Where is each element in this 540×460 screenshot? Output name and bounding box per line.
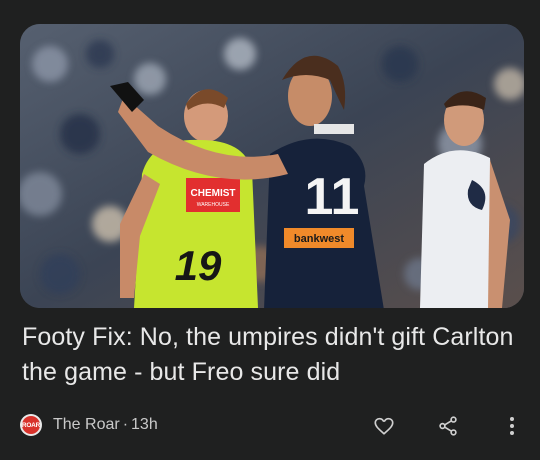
- player-number: 11: [305, 168, 360, 226]
- article-headline[interactable]: Footy Fix: No, the umpires didn't gift C…: [22, 320, 522, 390]
- publish-time: 13h: [131, 416, 158, 433]
- article-photo[interactable]: CHEMIST WAREHOUSE 19 11 bankwest: [20, 24, 524, 308]
- source-name[interactable]: The Roar: [53, 416, 120, 434]
- umpire-number: 19: [175, 242, 222, 289]
- more-options-button[interactable]: [498, 412, 526, 440]
- more-vert-icon: [510, 417, 514, 435]
- photo-illustration: CHEMIST WAREHOUSE 19 11 bankwest: [20, 24, 524, 308]
- heart-icon: [374, 417, 394, 435]
- article-meta: ROAR The Roar · 13h: [20, 410, 158, 440]
- meta-separator: ·: [122, 416, 129, 433]
- like-button[interactable]: [370, 412, 398, 440]
- share-icon: [439, 416, 457, 436]
- umpire-sign-text: CHEMIST: [191, 188, 236, 199]
- svg-text:bankwest: bankwest: [294, 233, 344, 245]
- share-button[interactable]: [434, 412, 462, 440]
- svg-text:WAREHOUSE: WAREHOUSE: [197, 202, 230, 208]
- source-logo: ROAR: [20, 414, 42, 436]
- news-card[interactable]: CHEMIST WAREHOUSE 19 11 bankwest Footy F…: [0, 0, 540, 460]
